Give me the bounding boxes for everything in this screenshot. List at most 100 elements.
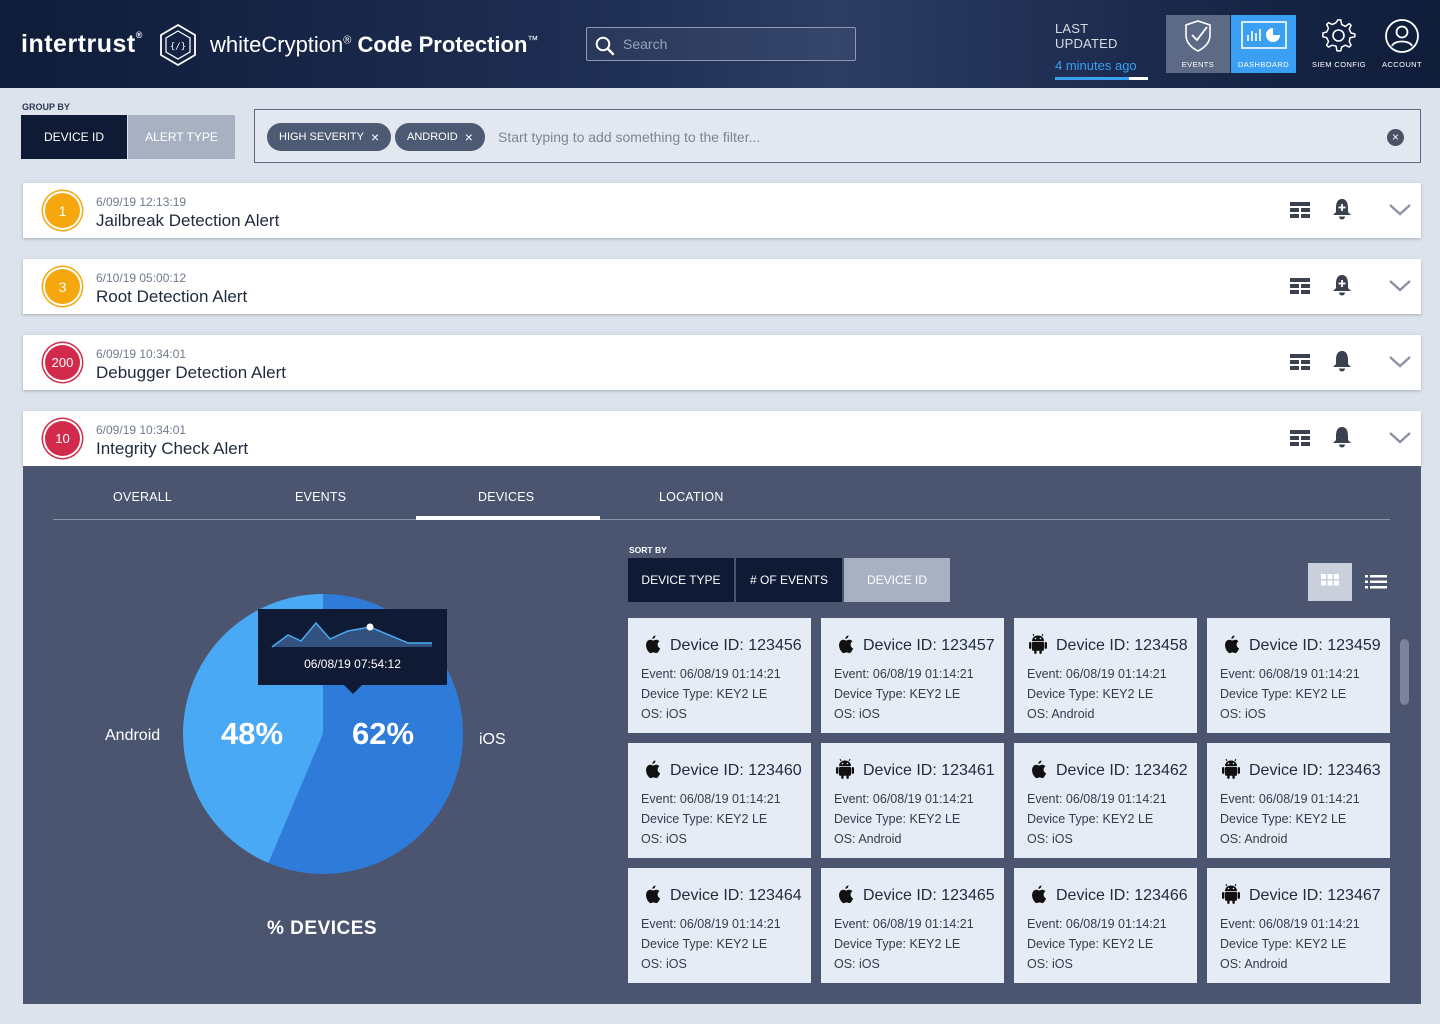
nav-siem-config-button[interactable]: SIEM CONFIG [1305, 15, 1373, 73]
android-icon [1222, 758, 1240, 779]
device-os: OS: iOS [1027, 957, 1073, 971]
filter-chip-label: HIGH SEVERITY [279, 131, 364, 143]
device-id: Device ID: 123467 [1249, 887, 1381, 904]
apple-icon [646, 885, 661, 904]
apple-icon [1225, 635, 1240, 654]
device-event: Event: 06/08/19 01:14:21 [1027, 917, 1167, 931]
table-view-icon[interactable] [1290, 430, 1310, 446]
device-card[interactable]: Device ID: 123461 Event: 06/08/19 01:14:2… [821, 743, 1004, 858]
device-id: Device ID: 123459 [1249, 637, 1381, 654]
grid-view-button[interactable] [1308, 563, 1352, 601]
search-input[interactable] [623, 28, 849, 60]
bell-plus-icon[interactable] [1332, 274, 1352, 296]
table-view-icon[interactable] [1290, 202, 1310, 218]
chevron-down-icon[interactable] [1388, 279, 1412, 293]
sort-device-id[interactable]: DEVICE ID [844, 558, 950, 602]
alert-title: Jailbreak Detection Alert [96, 211, 280, 230]
tab-location[interactable]: LOCATION [659, 490, 724, 504]
filter-chip-label: ANDROID [407, 131, 458, 143]
chevron-down-icon[interactable] [1388, 203, 1412, 217]
search-box[interactable] [586, 27, 856, 61]
device-id: Device ID: 123466 [1056, 887, 1188, 904]
device-type: Device Type: KEY2 LE [1220, 937, 1347, 951]
tab-overall[interactable]: OVERALL [113, 490, 172, 504]
devices-scrollbar[interactable] [1400, 639, 1409, 705]
close-icon[interactable]: × [371, 129, 379, 145]
filter-input[interactable] [498, 123, 1358, 151]
tab-devices[interactable]: DEVICES [478, 490, 534, 504]
pie-legend-ios: iOS [479, 731, 506, 748]
alert-title: Root Detection Alert [96, 287, 248, 306]
device-os: OS: iOS [834, 707, 880, 721]
nav-account-label: ACCOUNT [1382, 60, 1422, 69]
sort-device-type[interactable]: DEVICE TYPE [628, 558, 734, 602]
device-event: Event: 06/08/19 01:14:21 [1220, 667, 1360, 681]
bell-icon[interactable] [1332, 350, 1352, 372]
device-id: Device ID: 123456 [670, 637, 802, 654]
last-updated-value: 4 minutes ago [1055, 58, 1137, 73]
device-id: Device ID: 123460 [670, 762, 802, 779]
device-card[interactable]: Device ID: 123458 Event: 06/08/19 01:14:2… [1014, 618, 1197, 733]
device-card[interactable]: Device ID: 123459 Event: 06/08/19 01:14:2… [1207, 618, 1390, 733]
device-type: Device Type: KEY2 LE [1027, 812, 1154, 826]
device-card[interactable]: Device ID: 123457 Event: 06/08/19 01:14:2… [821, 618, 1004, 733]
device-card[interactable]: Device ID: 123465 Event: 06/08/19 01:14:2… [821, 868, 1004, 983]
last-updated-label: LAST UPDATED [1055, 21, 1118, 51]
alert-row[interactable]: 3 6/10/19 05:00:12 Root Detection Alert [23, 259, 1421, 314]
device-card[interactable]: Device ID: 123456 Event: 06/08/19 01:14:2… [628, 618, 811, 733]
list-view-button[interactable] [1360, 563, 1396, 601]
close-icon[interactable]: × [465, 129, 473, 145]
android-icon [836, 758, 854, 779]
device-os: OS: iOS [641, 707, 687, 721]
alert-row[interactable]: 200 6/09/19 10:34:01 Debugger Detection Al… [23, 335, 1421, 390]
alert-row[interactable]: 10 6/09/19 10:34:01 Integrity Check Alert [23, 411, 1421, 466]
device-card[interactable]: Device ID: 123463 Event: 06/08/19 01:14:2… [1207, 743, 1390, 858]
sort-num-events[interactable]: # OF EVENTS [736, 558, 842, 602]
filter-chip-android[interactable]: ANDROID × [395, 123, 485, 151]
brand-logo[interactable]: intertrust® [21, 30, 143, 59]
alert-timestamp: 6/09/19 12:13:19 [96, 195, 187, 209]
alert-count-badge: 1 [45, 193, 80, 228]
bell-icon[interactable] [1332, 426, 1352, 448]
alert-row[interactable]: 1 6/09/19 12:13:19 Jailbreak Detection Ale… [23, 183, 1421, 238]
bell-plus-icon[interactable] [1332, 198, 1352, 220]
chevron-down-icon[interactable] [1388, 355, 1412, 369]
sort-by-label: SORT BY [629, 545, 667, 555]
table-view-icon[interactable] [1290, 278, 1310, 294]
group-by-alert-type[interactable]: ALERT TYPE [128, 115, 235, 159]
device-event: Event: 06/08/19 01:14:21 [1220, 792, 1360, 806]
device-os: OS: iOS [641, 832, 687, 846]
device-card[interactable]: Device ID: 123462 Event: 06/08/19 01:14:2… [1014, 743, 1197, 858]
clear-filter-icon[interactable]: × [1387, 129, 1404, 146]
device-card[interactable]: Device ID: 123460 Event: 06/08/19 01:14:2… [628, 743, 811, 858]
nav-dashboard-button[interactable]: DASHBOARD [1231, 15, 1296, 73]
group-by-device-id[interactable]: DEVICE ID [21, 115, 127, 159]
refresh-progress-bar [1055, 77, 1148, 80]
chart-title: % DEVICES [267, 918, 378, 939]
device-event: Event: 06/08/19 01:14:21 [1027, 667, 1167, 681]
device-card[interactable]: Device ID: 123466 Event: 06/08/19 01:14:2… [1014, 868, 1197, 983]
filter-chip-high-severity[interactable]: HIGH SEVERITY × [267, 123, 392, 151]
table-view-icon[interactable] [1290, 354, 1310, 370]
device-id: Device ID: 123457 [863, 637, 995, 654]
alert-detail-panel: OVERALL EVENTS DEVICES LOCATION Android … [23, 466, 1421, 1004]
tooltip-date: 06/08/19 07:54:12 [304, 657, 401, 671]
group-by-label: GROUP BY [22, 102, 70, 112]
device-id: Device ID: 123463 [1249, 762, 1381, 779]
pie-value-ios: 62% [352, 716, 415, 751]
device-type: Device Type: KEY2 LE [834, 687, 961, 701]
filter-bar[interactable]: HIGH SEVERITY × ANDROID × × [254, 109, 1421, 163]
alert-title: Integrity Check Alert [96, 439, 249, 458]
nav-events-button[interactable]: EVENTS [1166, 15, 1230, 73]
device-event: Event: 06/08/19 01:14:21 [641, 917, 781, 931]
shield-check-icon [1185, 20, 1211, 52]
device-os: OS: iOS [834, 957, 880, 971]
device-card[interactable]: Device ID: 123464 Event: 06/08/19 01:14:2… [628, 868, 811, 983]
tab-events[interactable]: EVENTS [295, 490, 346, 504]
user-icon [1385, 19, 1419, 53]
device-os: OS: Android [1220, 957, 1288, 971]
chevron-down-icon[interactable] [1388, 431, 1412, 445]
nav-account-button[interactable]: ACCOUNT [1372, 15, 1432, 73]
device-os: OS: iOS [1027, 832, 1073, 846]
device-card[interactable]: Device ID: 123467 Event: 06/08/19 01:14:2… [1207, 868, 1390, 983]
